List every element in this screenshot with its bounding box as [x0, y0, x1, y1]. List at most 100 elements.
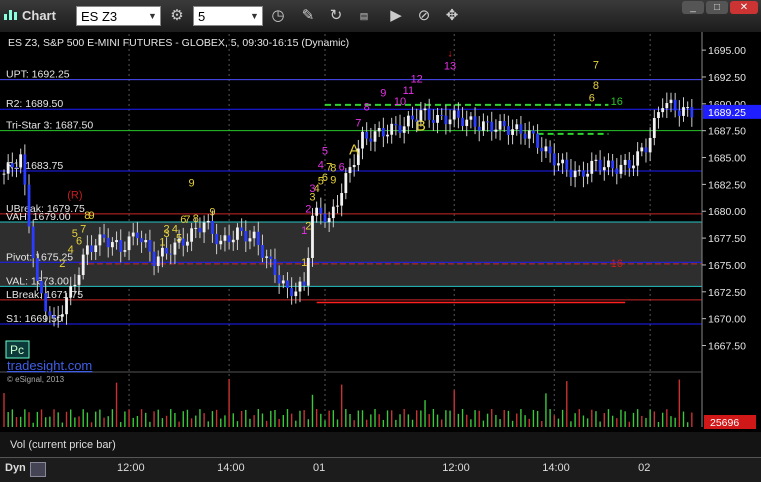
watermark-copyright: © eSignal, 2013 — [7, 375, 65, 384]
candle-body — [402, 126, 406, 133]
candle-body — [219, 240, 223, 245]
candle-body — [373, 131, 377, 142]
candle-body — [331, 206, 335, 219]
candle-body — [311, 215, 314, 258]
candle-body — [561, 159, 565, 164]
candle-body — [231, 239, 235, 243]
level-label: UPT: 1692.25 — [6, 69, 70, 81]
candle-body — [286, 280, 289, 288]
countdown-label: 8 — [364, 101, 370, 113]
candle-body — [665, 103, 669, 109]
candle-body — [127, 236, 131, 251]
candle-body — [44, 293, 48, 312]
interval-dropdown-icon[interactable]: ▼ — [250, 6, 259, 26]
y-tick-label: 1682.50 — [708, 179, 746, 191]
level-label: Tri-Star 3: 1687.50 — [6, 120, 93, 132]
candle-body — [636, 151, 640, 166]
x-tick-label: 12:00 — [442, 462, 470, 474]
candle-body — [211, 220, 214, 234]
close-button[interactable]: ✕ — [730, 1, 758, 14]
watermark-url: tradesight.com — [7, 358, 92, 373]
candle-body — [69, 286, 73, 298]
candle-body — [319, 207, 323, 214]
maximize-button[interactable]: □ — [706, 1, 728, 14]
y-tick-label: 1670.00 — [708, 314, 746, 326]
play-icon[interactable]: ▶ — [386, 6, 406, 26]
candle-body — [15, 167, 18, 169]
candle-body — [161, 247, 164, 257]
candle-body — [406, 115, 410, 127]
candle-body — [481, 121, 485, 131]
candle-body — [507, 126, 510, 135]
candle-body — [298, 281, 302, 292]
candle-body — [2, 173, 6, 175]
candle-body — [344, 173, 348, 194]
candle-body — [456, 110, 460, 118]
countdown-label: (R) — [67, 189, 82, 201]
candle-body — [452, 110, 456, 120]
x-tick-label: 14:00 — [542, 462, 570, 474]
candle-body — [144, 240, 148, 243]
countdown-label: 6 — [339, 161, 345, 173]
symbol-dropdown-icon[interactable]: ▼ — [148, 6, 157, 26]
price-chart[interactable]: UPT: 1692.25 R2: 1689.50 Tri-Star 3: 1687.… — [0, 32, 761, 457]
candle-body — [81, 254, 85, 276]
countdown-label: 2 — [305, 203, 311, 215]
display-settings-icon[interactable]: ▤ — [354, 6, 374, 26]
candle-body — [135, 232, 139, 239]
countdown-label: 9 — [380, 87, 386, 99]
settings-gear-icon[interactable]: ⚙ — [167, 6, 187, 26]
candle-body — [657, 112, 660, 119]
candle-body — [6, 163, 10, 174]
candle-body — [290, 287, 294, 297]
candle-body — [661, 108, 665, 113]
countdown-label: 1 — [301, 257, 307, 269]
cursor-icon[interactable]: ✥ — [442, 6, 462, 26]
countdown-label: 9 — [88, 210, 94, 222]
candle-body — [515, 124, 519, 130]
candle-body — [119, 240, 123, 252]
candle-body — [640, 147, 644, 152]
candle-body — [632, 165, 635, 169]
countdown-label: 4 — [318, 159, 324, 171]
candle-body — [544, 146, 548, 152]
candle-body — [377, 127, 381, 132]
candle-body — [140, 238, 143, 243]
pc-badge-label: Pc — [10, 343, 24, 357]
candle-body — [440, 115, 444, 117]
candle-body — [519, 124, 523, 134]
draw-pencil-icon[interactable]: ✎ — [298, 6, 318, 26]
candle-body — [502, 121, 506, 127]
candle-body — [565, 159, 569, 170]
candle-body — [110, 242, 114, 248]
candle-body — [648, 137, 652, 153]
candle-body — [532, 130, 535, 134]
minimize-button[interactable]: _ — [682, 1, 704, 14]
candle-body — [261, 244, 264, 258]
candle-body — [40, 280, 43, 294]
candle-body — [586, 173, 590, 177]
dynamic-mode-icon[interactable] — [30, 462, 46, 477]
dynamic-mode-label[interactable]: Dyn — [5, 462, 26, 474]
candle-body — [19, 154, 23, 168]
candle-body — [611, 160, 615, 169]
candle-body — [540, 147, 544, 152]
candle-body — [673, 99, 677, 111]
countdown-label: 13 — [444, 60, 456, 72]
candle-body — [281, 280, 285, 284]
candle-body — [369, 138, 373, 142]
candle-body — [427, 108, 431, 120]
clock-icon[interactable]: ◷ — [268, 6, 288, 26]
refresh-icon[interactable]: ↻ — [326, 6, 346, 26]
candle-body — [448, 119, 452, 125]
candle-body — [102, 234, 106, 238]
candle-body — [494, 129, 498, 132]
candle-body — [315, 207, 319, 216]
candle-body — [398, 125, 402, 133]
candle-body — [202, 222, 206, 233]
candle-body — [469, 116, 473, 120]
candle-body — [323, 213, 327, 223]
chart-window-icon — [2, 6, 20, 26]
link-icon[interactable]: ⊘ — [414, 6, 434, 26]
candle-body — [486, 121, 489, 123]
